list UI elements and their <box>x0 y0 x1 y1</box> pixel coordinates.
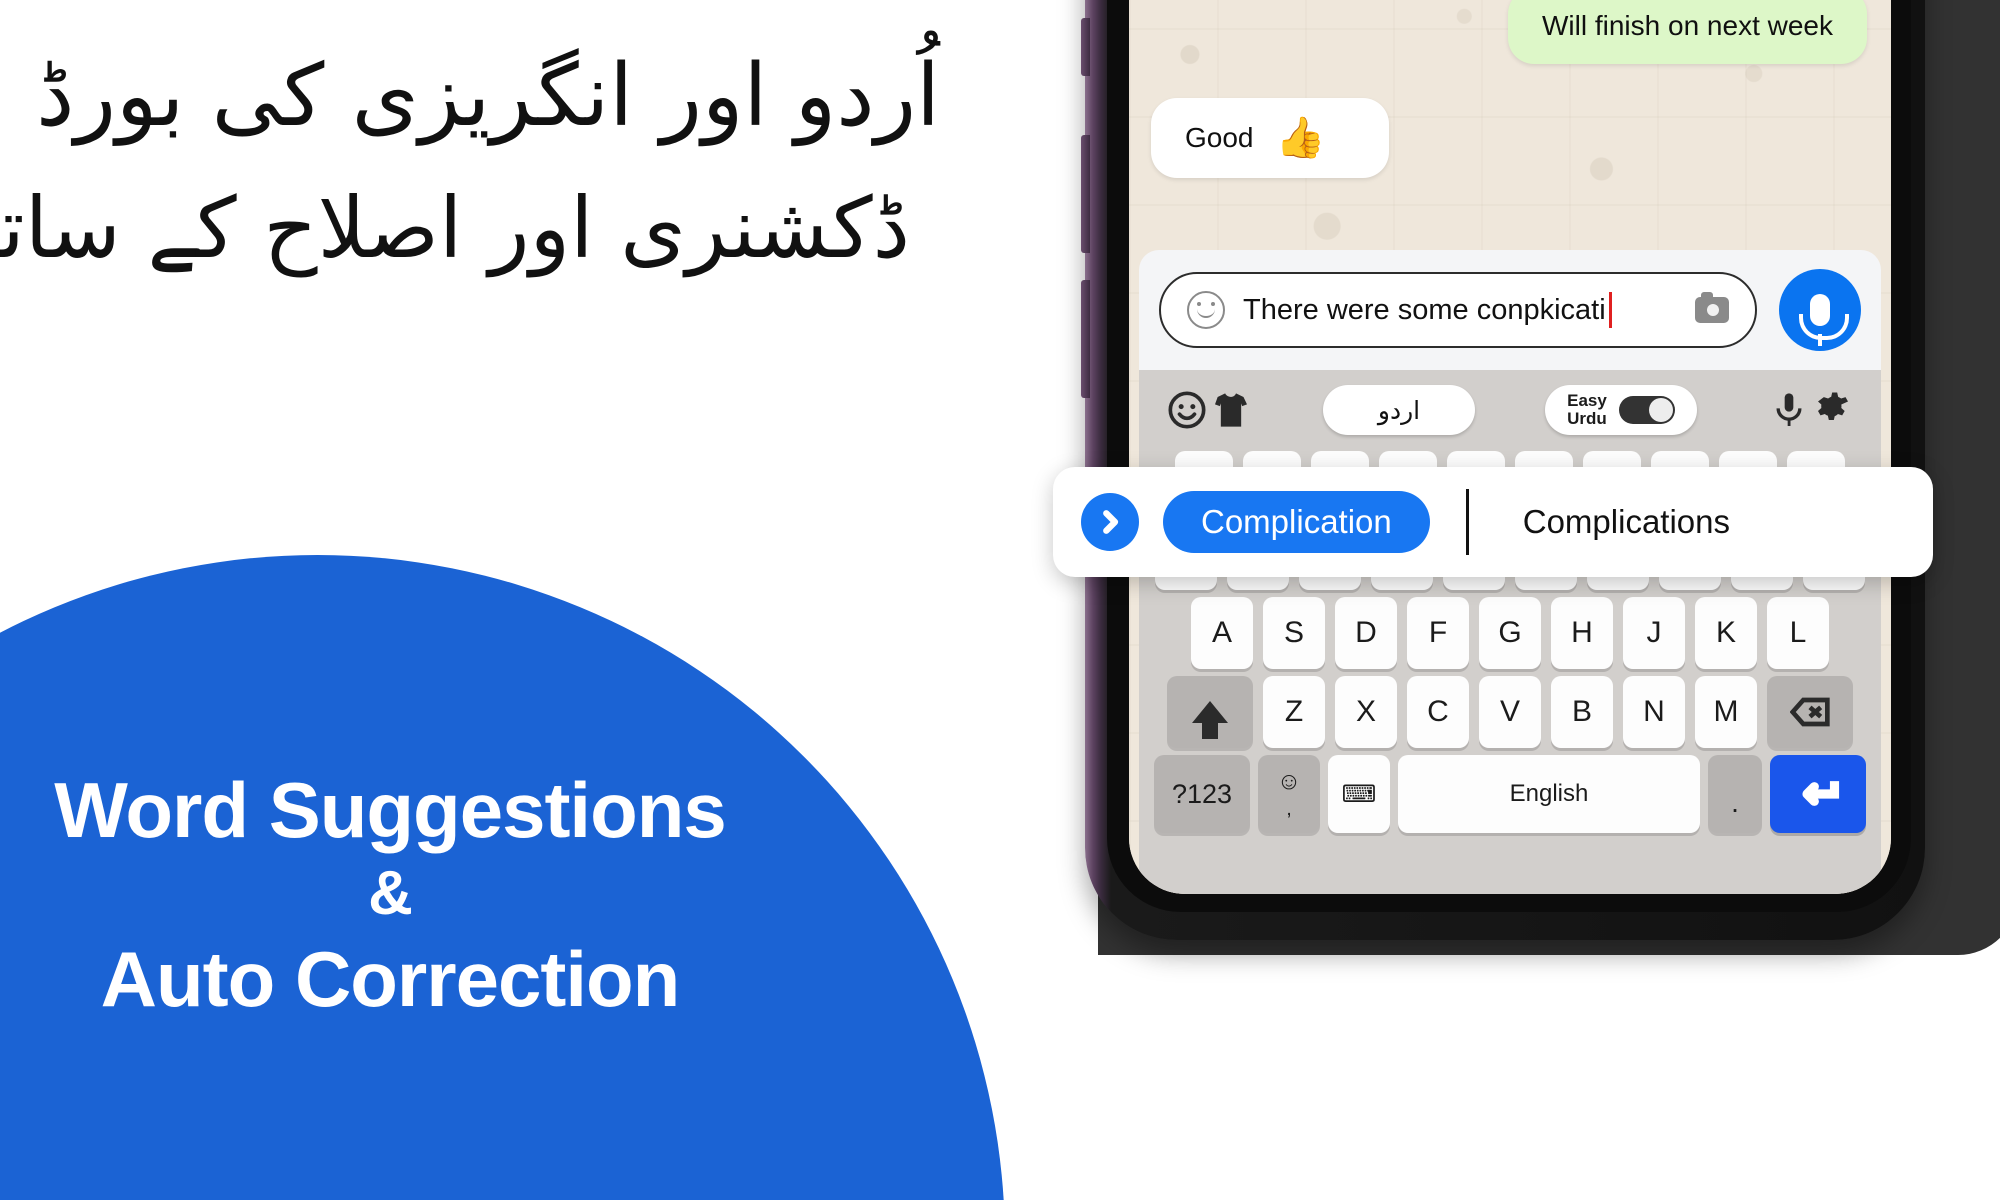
key-m[interactable]: M <box>1695 676 1757 748</box>
phone-side-button-mute <box>1081 18 1090 76</box>
easy-urdu-toggle-switch[interactable] <box>1618 396 1675 424</box>
suggestion-alternate[interactable]: Complications <box>1523 503 1730 541</box>
thumbs-up-icon: 👍 <box>1275 116 1326 160</box>
promo-headline-1: Word Suggestions <box>54 766 727 854</box>
enter-icon[interactable] <box>1770 755 1866 833</box>
key-c[interactable]: C <box>1407 676 1469 748</box>
message-input-bar: There were some conpkicati <box>1139 250 1881 370</box>
period-key[interactable]: . <box>1708 755 1762 833</box>
key-b[interactable]: B <box>1551 676 1613 748</box>
smiley-icon[interactable] <box>1187 291 1225 329</box>
key-x[interactable]: X <box>1335 676 1397 748</box>
key-v[interactable]: V <box>1479 676 1541 748</box>
key-d[interactable]: D <box>1335 597 1397 669</box>
word-suggestion-bar: Complication Complications <box>1053 467 1933 577</box>
backspace-icon[interactable] <box>1767 676 1853 748</box>
key-a[interactable]: A <box>1191 597 1253 669</box>
voice-record-button[interactable] <box>1779 269 1861 351</box>
chat-bubble-text: Good <box>1185 122 1254 153</box>
tshirt-theme-icon[interactable] <box>1209 388 1253 432</box>
microphone-icon <box>1799 294 1849 346</box>
key-g[interactable]: G <box>1479 597 1541 669</box>
chat-bubble-incoming: Good 👍 <box>1151 98 1390 178</box>
key-k[interactable]: K <box>1695 597 1757 669</box>
message-input-field[interactable]: There were some conpkicati <box>1159 272 1757 348</box>
promo-headline-2: & <box>368 858 413 928</box>
urdu-headline: اُردو اور انگریزی کی بورڈ ڈکشنری اور اصل… <box>0 30 1000 293</box>
promo-headline-3: Auto Correction <box>100 934 681 1023</box>
camera-icon[interactable] <box>1695 292 1729 323</box>
emoji-comma-icon[interactable]: ☺, <box>1258 755 1320 833</box>
key-s[interactable]: S <box>1263 597 1325 669</box>
keyboard-switch-icon[interactable]: ⌨ <box>1328 755 1390 833</box>
phone-side-button-volume-down <box>1081 280 1090 398</box>
suggestion-divider <box>1465 489 1469 555</box>
phone-screen: Will finish on next week Good 👍 There we… <box>1129 0 1891 894</box>
promo-feature-text: Word Suggestions & Auto Correction <box>0 766 780 1023</box>
easy-urdu-label-line1: Easy <box>1567 391 1607 411</box>
chevron-right-icon[interactable] <box>1081 493 1139 551</box>
keyboard-row-space: ?123 ☺, ⌨ English . <box>1147 755 1873 833</box>
easy-urdu-label-line2: Urdu <box>1567 409 1607 428</box>
space-key[interactable]: English <box>1398 755 1700 833</box>
urdu-headline-line-2: ڈکشنری اور اصلاح کے ساتھ! <box>0 179 910 278</box>
text-caret <box>1608 292 1612 328</box>
easy-urdu-toggle[interactable]: Easy Urdu <box>1545 385 1697 435</box>
symbols-key[interactable]: ?123 <box>1154 755 1250 833</box>
keyboard-toolbar: اردو Easy Urdu <box>1147 376 1873 444</box>
language-pill-urdu[interactable]: اردو <box>1323 385 1475 435</box>
keyboard-row-bottom: Z X C V B N M <box>1147 676 1873 748</box>
key-f[interactable]: F <box>1407 597 1469 669</box>
shift-icon[interactable] <box>1167 676 1253 748</box>
key-l[interactable]: L <box>1767 597 1829 669</box>
suggestion-primary[interactable]: Complication <box>1163 491 1430 553</box>
keyboard-row-home: A S D F G H J K L <box>1147 597 1873 669</box>
promo-banner: اُردو اور انگریزی کی بورڈ ڈکشنری اور اصل… <box>0 0 2000 1200</box>
key-n[interactable]: N <box>1623 676 1685 748</box>
onscreen-keyboard: اردو Easy Urdu A S D F G H J K L Z X C V… <box>1139 370 1881 894</box>
message-input-text: There were some conpkicati <box>1243 292 1677 328</box>
easy-urdu-toggle-label: Easy Urdu <box>1567 392 1607 428</box>
gear-icon[interactable] <box>1811 388 1855 432</box>
key-z[interactable]: Z <box>1263 676 1325 748</box>
key-j[interactable]: J <box>1623 597 1685 669</box>
key-h[interactable]: H <box>1551 597 1613 669</box>
phone-side-button-volume-up <box>1081 135 1090 253</box>
chat-bubble-outgoing: Will finish on next week <box>1507 0 1867 64</box>
emoji-icon[interactable] <box>1165 388 1209 432</box>
urdu-headline-line-1: اُردو اور انگریزی کی بورڈ <box>36 46 940 146</box>
microphone-icon[interactable] <box>1767 388 1811 432</box>
